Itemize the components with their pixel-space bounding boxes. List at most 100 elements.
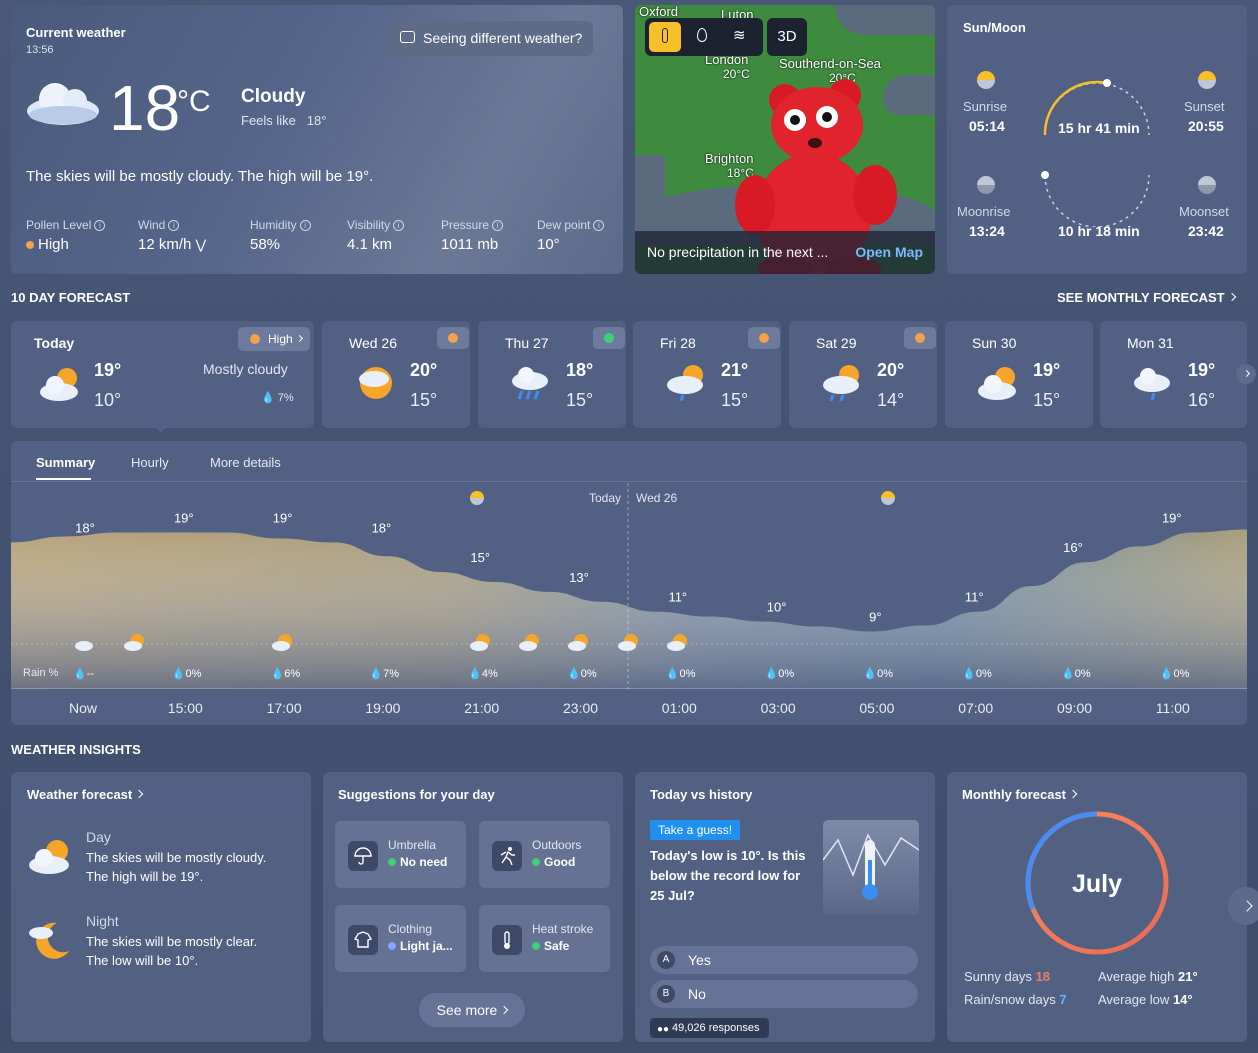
thermometer-icon xyxy=(492,925,522,955)
moonset-time: 23:42 xyxy=(1188,223,1224,239)
day-card-thu[interactable]: Thu 27 18° 15° xyxy=(478,321,626,428)
time-label[interactable]: 15:00 xyxy=(168,700,203,716)
forecast-next-button[interactable] xyxy=(1236,364,1256,384)
precipitation-layer-icon[interactable] xyxy=(697,28,707,42)
rain-label: Rain % xyxy=(23,667,59,679)
sun-moon-title: Sun/Moon xyxy=(963,20,1026,35)
day-card-today[interactable]: Today High 19° 10° Mostly cloudy 💧 7% xyxy=(11,321,314,433)
selected-pointer xyxy=(155,426,167,433)
pollen-dot-icon xyxy=(26,241,34,249)
day-card-sun[interactable]: Sun 30 19° 15° xyxy=(945,321,1093,428)
day-name: Thu 27 xyxy=(505,335,549,351)
rain-chance: 💧0% xyxy=(1159,668,1190,680)
day-condition: Mostly cloudy xyxy=(203,361,288,377)
wind-direction-icon: ⋁ xyxy=(195,237,207,252)
time-axis-line xyxy=(11,688,1247,689)
dewpoint-label[interactable]: Dew point i xyxy=(537,218,605,232)
insights-next-button[interactable] xyxy=(1228,887,1258,925)
day-high: 19° xyxy=(1033,360,1061,380)
temp-label: 11° xyxy=(668,590,687,605)
suggestion-heat-stroke[interactable]: Heat stroke Safe xyxy=(479,905,610,972)
weather-forecast-card[interactable]: Weather forecast Day The skies will be m… xyxy=(11,772,311,1042)
people-icon: ●● xyxy=(657,1024,670,1035)
monthly-forecast-title[interactable]: Monthly forecast xyxy=(962,787,1078,802)
pollen-label[interactable]: Pollen Level i xyxy=(26,218,106,232)
wind-label[interactable]: Wind i xyxy=(138,218,180,232)
status-dot-icon xyxy=(388,942,396,950)
map-sea xyxy=(835,5,935,35)
wind-layer-icon[interactable]: ≋ xyxy=(733,26,746,44)
pollen-badge[interactable] xyxy=(437,327,469,349)
sunset-icon xyxy=(1198,71,1216,89)
time-label[interactable]: 03:00 xyxy=(761,700,796,716)
hourly-chart-card: Summary Hourly More details Today Wed 26… xyxy=(11,441,1247,725)
day-card-wed[interactable]: Wed 26 20° 15° xyxy=(322,321,470,428)
open-map-link[interactable]: Open Map xyxy=(855,231,923,274)
day-card-fri[interactable]: Fri 28 21° 15° xyxy=(633,321,781,428)
suggestion-name: Heat stroke xyxy=(532,922,594,936)
visibility-value: 4.1 km xyxy=(347,236,393,253)
pollen-icon xyxy=(915,333,925,343)
suggestion-clothing[interactable]: Clothing Light ja... xyxy=(335,905,466,972)
time-label[interactable]: 11:00 xyxy=(1156,700,1190,716)
temp-unit[interactable]: °C xyxy=(177,85,211,119)
time-label[interactable]: 09:00 xyxy=(1057,700,1092,716)
day-card-mon[interactable]: Mon 31 19° 16° xyxy=(1100,321,1256,428)
sunny-cloud-icon xyxy=(359,367,392,399)
history-question-line1: Today's low is 10°. Is this xyxy=(650,848,806,863)
time-label[interactable]: 05:00 xyxy=(859,700,894,716)
time-label[interactable]: 23:00 xyxy=(563,700,598,716)
see-more-button[interactable]: See more xyxy=(419,993,525,1027)
answer-no[interactable]: B No xyxy=(650,980,918,1008)
visibility-label[interactable]: Visibility i xyxy=(347,218,405,232)
suggestion-umbrella[interactable]: Umbrella No need xyxy=(335,821,466,888)
day-name: Mon 31 xyxy=(1127,335,1174,351)
time-label[interactable]: 21:00 xyxy=(464,700,499,716)
answer-yes[interactable]: A Yes xyxy=(650,946,918,974)
suggestion-status: No need xyxy=(388,855,447,869)
day-name: Sun 30 xyxy=(972,335,1017,351)
day-length: 15 hr 41 min xyxy=(1058,120,1140,136)
day-card-sat[interactable]: Sat 29 20° 14° xyxy=(789,321,937,428)
pressure-label[interactable]: Pressure i xyxy=(441,218,504,232)
chevron-right-icon xyxy=(1242,369,1251,378)
pollen-badge[interactable] xyxy=(904,327,936,349)
suggestion-name: Clothing xyxy=(388,922,433,936)
temperature-layer-button[interactable] xyxy=(649,22,681,52)
humidity-label[interactable]: Humidity i xyxy=(250,218,311,232)
temp-label: 19° xyxy=(1162,511,1182,526)
info-icon: i xyxy=(299,220,311,231)
time-label[interactable]: 17:00 xyxy=(267,700,302,716)
partly-cloudy-icon xyxy=(978,367,1016,400)
pollen-value: High xyxy=(26,236,69,253)
temp-label: 10° xyxy=(767,600,787,615)
chat-icon xyxy=(400,31,415,43)
time-label[interactable]: Now xyxy=(69,700,97,716)
feedback-button[interactable]: Seeing different weather? xyxy=(388,21,593,56)
time-label[interactable]: 01:00 xyxy=(662,700,697,716)
weather-map[interactable]: Oxford Luton London 20°C Southend-on-Sea… xyxy=(635,5,935,274)
monthly-forecast-link[interactable]: SEE MONTHLY FORECAST xyxy=(1057,290,1236,305)
time-label[interactable]: 07:00 xyxy=(958,700,993,716)
night-text-line2: The low will be 10°. xyxy=(86,953,199,968)
pollen-badge[interactable] xyxy=(748,327,780,349)
suggestions-card: Suggestions for your day Umbrella No nee… xyxy=(323,772,623,1042)
rain-chance: 💧4% xyxy=(468,668,498,680)
suggestion-outdoors[interactable]: Outdoors Good xyxy=(479,821,610,888)
day-name: Today xyxy=(34,335,75,351)
sunset-label: Sunset xyxy=(1184,99,1225,114)
pollen-badge[interactable]: High xyxy=(238,327,310,351)
current-weather-title: Current weather xyxy=(26,25,126,40)
pollen-badge[interactable] xyxy=(593,327,625,349)
weather-forecast-title[interactable]: Weather forecast xyxy=(27,787,144,802)
rain-chance: 💧-- xyxy=(73,668,95,680)
temp-label: 18° xyxy=(372,520,392,535)
map-3d-toggle[interactable]: 3D xyxy=(767,18,807,56)
rain-chance: 💧7% xyxy=(369,668,399,680)
day-high: 18° xyxy=(566,360,594,380)
monthly-forecast-card[interactable]: Monthly forecast July Sunny days 18 Rain… xyxy=(947,772,1247,1042)
pollen-icon xyxy=(604,333,614,343)
time-label[interactable]: 19:00 xyxy=(365,700,400,716)
pressure-value: 1011 mb xyxy=(441,236,499,253)
current-time: 13:56 xyxy=(26,44,54,56)
